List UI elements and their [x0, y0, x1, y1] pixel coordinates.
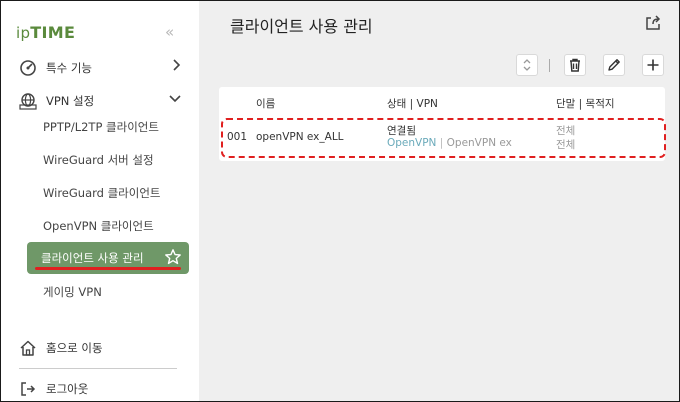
toolbar-separator [549, 59, 550, 72]
app-frame: ipTIME « 특수 기능 VPN 설정 PPTP/L2TP 클라이언트 Wi… [0, 0, 680, 402]
page-title: 클라이언트 사용 관리 [230, 17, 373, 36]
sidebar-sub-wireguard-client[interactable]: WireGuard 클라이언트 [43, 185, 161, 201]
home-icon [19, 339, 37, 357]
sidebar-item-special[interactable]: 특수 기능 [19, 57, 181, 79]
sidebar-sub-wireguard-server[interactable]: WireGuard 서버 설정 [43, 152, 154, 168]
collapse-sidebar-button[interactable]: « [165, 23, 174, 41]
chevron-down-icon [169, 92, 181, 106]
sort-icon [523, 59, 531, 71]
globe-network-icon [19, 92, 37, 110]
sidebar: ipTIME « 특수 기능 VPN 설정 PPTP/L2TP 클라이언트 Wi… [1, 1, 199, 401]
plus-icon [647, 59, 659, 71]
add-button[interactable] [642, 54, 664, 76]
chevron-right-icon [171, 59, 181, 74]
row-destination: 전체 [556, 139, 576, 151]
sidebar-divider [19, 368, 177, 369]
sort-button[interactable] [516, 54, 538, 76]
sidebar-sub-client-usage-active[interactable]: 클라이언트 사용 관리 [27, 242, 189, 274]
row-device: 전체 [556, 125, 576, 137]
sidebar-item-label: 홈으로 이동 [46, 341, 103, 355]
pencil-icon [608, 59, 620, 71]
table-row[interactable]: 001 openVPN ex_ALL 연결됨 OpenVPN | OpenVPN… [219, 119, 665, 157]
main-content: 클라이언트 사용 관리 이름 상태 | VPN 단말 | 목적지 001 ope… [199, 1, 679, 401]
sidebar-item-label: 클라이언트 사용 관리 [41, 251, 144, 265]
row-vpn: OpenVPN | OpenVPN ex [387, 137, 512, 149]
row-status: 연결됨 [387, 125, 416, 137]
edit-button[interactable] [603, 54, 625, 76]
sidebar-item-label: 로그아웃 [46, 382, 89, 396]
iptime-logo: ipTIME [16, 23, 76, 42]
column-header-name: 이름 [256, 98, 276, 110]
share-icon[interactable] [645, 15, 661, 31]
sidebar-sub-gaming-vpn[interactable]: 게이밍 VPN [43, 284, 102, 300]
sidebar-item-logout[interactable]: 로그아웃 [19, 378, 181, 400]
vpn-name: OpenVPN [387, 137, 437, 149]
sidebar-item-label: 특수 기능 [46, 61, 92, 75]
red-underline-highlight [35, 267, 181, 270]
trash-icon [570, 58, 580, 72]
column-header-status-vpn: 상태 | VPN [387, 98, 438, 110]
star-icon[interactable] [164, 248, 182, 266]
column-header-device-destination: 단말 | 목적지 [556, 98, 615, 110]
logout-icon [19, 380, 37, 398]
sidebar-sub-pptp[interactable]: PPTP/L2TP 클라이언트 [43, 119, 159, 135]
vpn-type: OpenVPN ex [446, 137, 512, 149]
row-id: 001 [227, 131, 248, 143]
wrench-gauge-icon [19, 59, 37, 77]
delete-button[interactable] [564, 54, 586, 76]
row-name: openVPN ex_ALL [256, 131, 344, 143]
sidebar-item-vpn[interactable]: VPN 설정 [19, 90, 181, 112]
sidebar-sub-openvpn-client[interactable]: OpenVPN 클라이언트 [43, 218, 154, 234]
sidebar-item-label: VPN 설정 [46, 94, 95, 108]
client-table: 이름 상태 | VPN 단말 | 목적지 001 openVPN ex_ALL … [219, 87, 665, 161]
vpn-separator: | [436, 137, 447, 149]
sidebar-item-home[interactable]: 홈으로 이동 [19, 337, 181, 359]
